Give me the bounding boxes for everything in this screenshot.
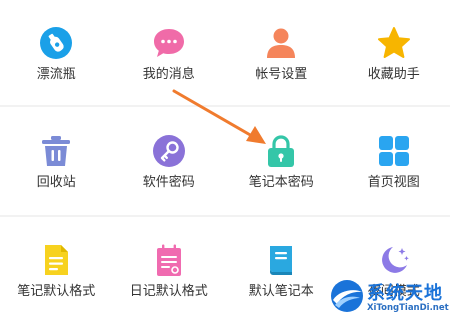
recycle-bin-label: 回收站 [36, 175, 76, 190]
key-icon [152, 134, 186, 168]
trash-icon [39, 134, 73, 168]
lock-icon [264, 134, 298, 168]
account-settings-label: 帐号设置 [255, 67, 308, 82]
person-icon [264, 26, 298, 60]
bottle-icon [39, 26, 73, 60]
notebook-password-item[interactable]: 笔记本密码 [225, 108, 338, 214]
row-divider [0, 105, 450, 107]
software-password-item[interactable]: 软件密码 [113, 108, 226, 214]
recycle-bin-item[interactable]: 回收站 [0, 108, 113, 214]
settings-row-3: 笔记默认格式 日记默认格式 默认笔记本 夜间模式 [0, 217, 450, 323]
message-bubble-icon [152, 26, 186, 60]
note-default-format-item[interactable]: 笔记默认格式 [0, 217, 113, 323]
default-notebook-label: 默认笔记本 [248, 284, 314, 299]
notebook-icon [264, 243, 298, 277]
my-messages-label: 我的消息 [142, 67, 195, 82]
star-icon [377, 26, 411, 60]
settings-grid: 漂流瓶 我的消息 帐号设置 收藏助手 回收站 软件密码 笔记本密码 首页视图 笔… [0, 0, 450, 323]
diary-default-format-item[interactable]: 日记默认格式 [113, 217, 226, 323]
night-mode-item[interactable]: 夜间模式 [338, 217, 450, 323]
grid-view-icon [377, 134, 411, 168]
drift-bottle-item[interactable]: 漂流瓶 [0, 0, 113, 106]
diary-icon [152, 243, 186, 277]
night-mode-label: 夜间模式 [367, 284, 420, 299]
home-view-item[interactable]: 首页视图 [338, 108, 450, 214]
diary-default-format-label: 日记默认格式 [129, 284, 208, 299]
note-icon [39, 243, 73, 277]
favorites-assistant-item[interactable]: 收藏助手 [338, 0, 450, 106]
notebook-password-label: 笔记本密码 [248, 175, 314, 190]
my-messages-item[interactable]: 我的消息 [113, 0, 226, 106]
account-settings-item[interactable]: 帐号设置 [225, 0, 338, 106]
default-notebook-item[interactable]: 默认笔记本 [225, 217, 338, 323]
drift-bottle-label: 漂流瓶 [36, 67, 76, 82]
note-default-format-label: 笔记默认格式 [17, 284, 96, 299]
moon-icon [377, 243, 411, 277]
settings-row-2: 回收站 软件密码 笔记本密码 首页视图 [0, 108, 450, 214]
home-view-label: 首页视图 [367, 175, 420, 190]
software-password-label: 软件密码 [142, 175, 195, 190]
settings-row-1: 漂流瓶 我的消息 帐号设置 收藏助手 [0, 0, 450, 106]
favorites-assistant-label: 收藏助手 [367, 67, 420, 82]
